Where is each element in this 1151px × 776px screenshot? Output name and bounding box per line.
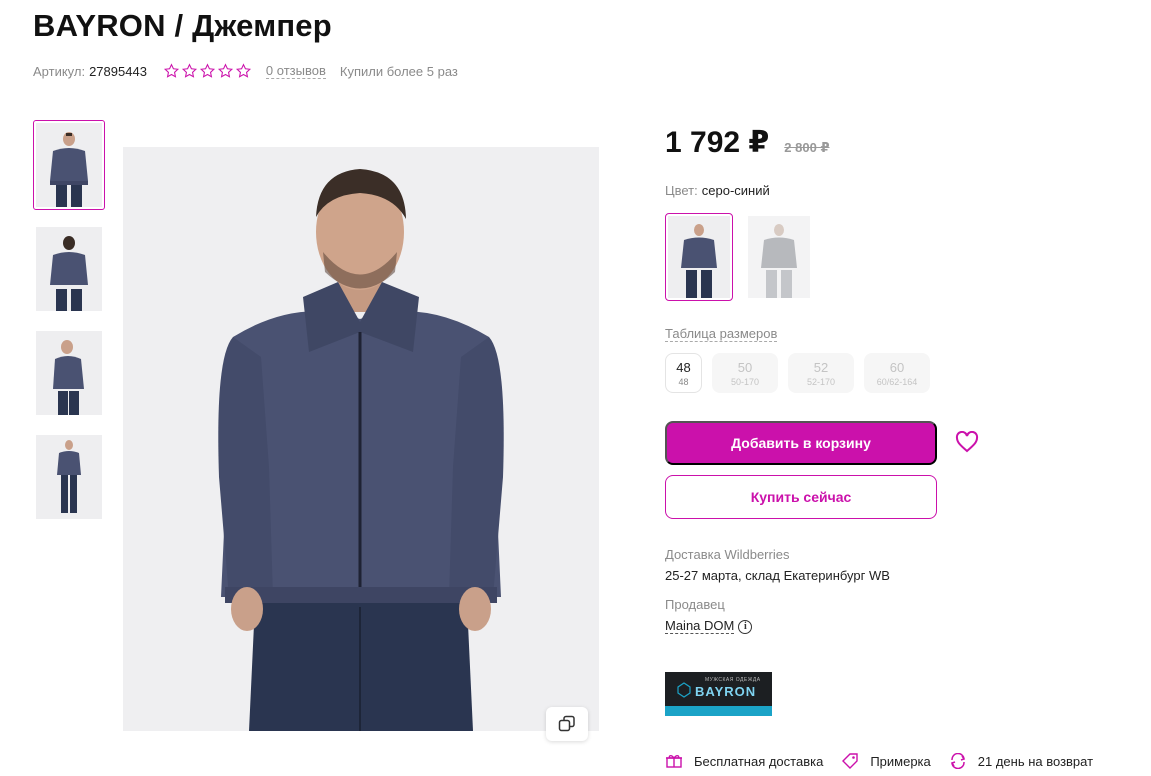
swatch-image (668, 216, 730, 298)
add-to-cart-button[interactable]: Добавить в корзину (665, 421, 937, 465)
thumbnail-image (36, 435, 102, 519)
thumbnail-full[interactable] (33, 432, 105, 522)
thumbnail-image (36, 331, 102, 415)
star-icon (181, 63, 197, 78)
star-icon (163, 63, 179, 78)
size-sub: 48 (678, 376, 689, 387)
thumbnail-list (33, 120, 105, 536)
delivery-value: 25-27 марта, склад Екатеринбург WB (665, 568, 890, 583)
size-sub: 52-170 (806, 376, 836, 387)
copy-icon (558, 715, 575, 732)
feature-label: 21 день на возврат (977, 753, 1094, 769)
feature-return: 21 день на возврат (949, 753, 1093, 769)
thumbnail-image (36, 123, 102, 207)
size-number: 60 (889, 359, 905, 375)
size-selector: 48 48 50 50-170 52 52-170 60 60/62-164 (665, 353, 930, 393)
feature-free-delivery: Бесплатная доставка (665, 753, 823, 769)
brand-banner-stripe (665, 706, 772, 716)
star-icon (235, 63, 251, 78)
star-icon (199, 63, 215, 78)
product-photo-image (123, 147, 599, 731)
thumbnail-front[interactable] (33, 120, 105, 210)
color-swatch-navy[interactable] (665, 213, 733, 301)
brand-banner-subtitle: МУЖСКАЯ ОДЕЖДА (705, 677, 761, 683)
brand-banner[interactable]: МУЖСКАЯ ОДЕЖДА BAYRON (665, 672, 772, 716)
size-table-link[interactable]: Таблица размеров (665, 326, 778, 342)
size-number: 52 (813, 359, 829, 375)
size-number: 50 (737, 359, 753, 375)
product-meta: Артикул: 27895443 0 отзывов Купили более… (33, 63, 458, 79)
info-icon[interactable]: i (738, 619, 753, 634)
buy-now-button[interactable]: Купить сейчас (665, 475, 937, 519)
thumbnail-image (36, 227, 102, 311)
feature-label: Бесплатная доставка (694, 753, 824, 769)
feature-label: Примерка (870, 753, 931, 769)
zoom-button[interactable] (546, 707, 588, 741)
product-title: BAYRON / Джемпер (33, 8, 332, 43)
size-option-50[interactable]: 50 50-170 (712, 353, 778, 393)
color-swatches (665, 213, 813, 301)
star-icon (217, 63, 233, 78)
features-row: Бесплатная доставка Примерка 21 день на … (665, 753, 1111, 769)
old-price: 2 800 ₽ (784, 140, 830, 155)
color-value: серо-синий (701, 183, 770, 198)
brand-logo-icon (677, 682, 691, 698)
heart-icon[interactable] (955, 431, 979, 453)
size-sub: 60/62-164 (876, 376, 918, 387)
rating-stars (163, 63, 252, 79)
article-label: Артикул: (33, 63, 86, 79)
thumbnail-back[interactable] (33, 224, 105, 314)
brand-banner-name: BAYRON (695, 684, 757, 699)
seller-link[interactable]: Maina DOM (665, 618, 735, 634)
size-option-60[interactable]: 60 60/62-164 (864, 353, 930, 393)
return-icon (950, 753, 965, 769)
swatch-image (748, 216, 810, 298)
seller-label: Продавец (665, 597, 725, 612)
price-block: 1 792 ₽ 2 800 ₽ (665, 125, 830, 160)
size-sub: 50-170 (730, 376, 760, 387)
free-delivery-icon (666, 755, 682, 768)
color-info: Цвет: серо-синий (665, 183, 770, 198)
bought-count: Купили более 5 раз (339, 63, 458, 79)
tag-icon (842, 753, 859, 769)
color-swatch-grey[interactable] (745, 213, 813, 301)
seller-row: Maina DOM i (665, 618, 753, 634)
feature-fitting: Примерка (841, 753, 931, 769)
size-option-52[interactable]: 52 52-170 (788, 353, 854, 393)
delivery-label: Доставка Wildberries (665, 547, 790, 562)
size-option-48[interactable]: 48 48 (665, 353, 702, 393)
reviews-link[interactable]: 0 отзывов (265, 63, 326, 79)
article-value[interactable]: 27895443 (89, 64, 147, 79)
size-number: 48 (676, 359, 691, 375)
color-label: Цвет: (665, 183, 698, 198)
current-price: 1 792 ₽ (665, 126, 770, 159)
main-product-photo[interactable] (123, 147, 599, 731)
thumbnail-side[interactable] (33, 328, 105, 418)
